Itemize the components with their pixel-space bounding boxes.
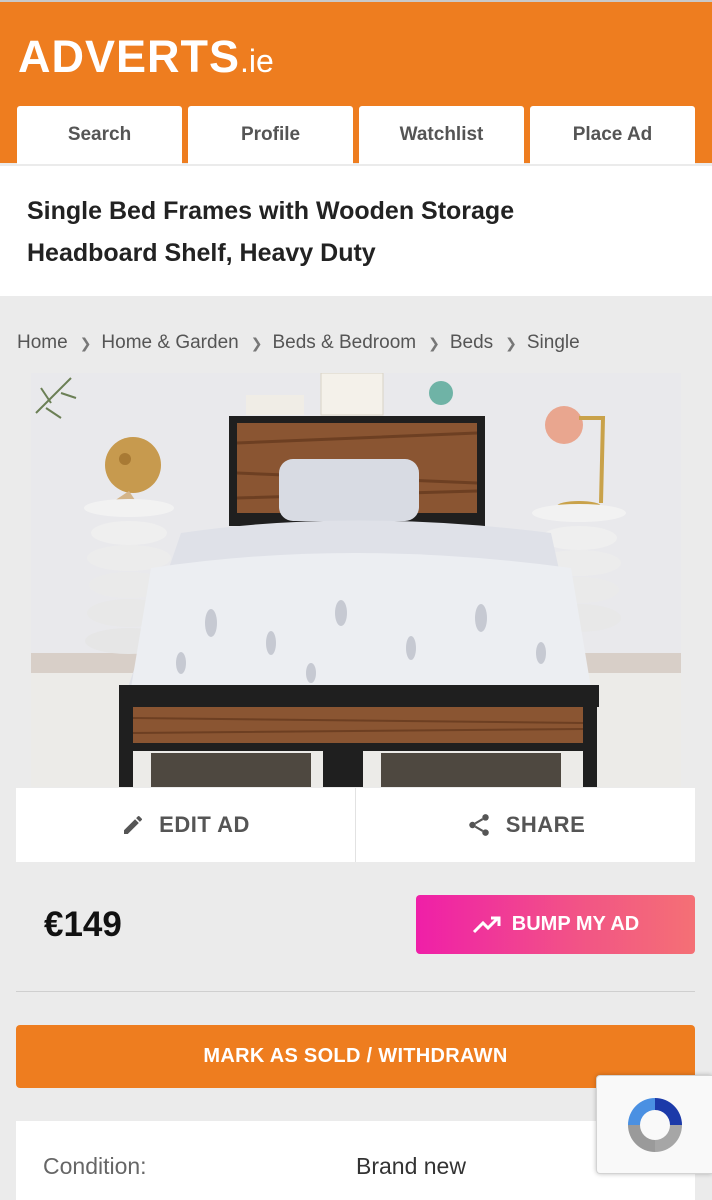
recaptcha-badge[interactable]: [596, 1075, 712, 1174]
nav-tab-profile[interactable]: Profile: [188, 106, 353, 164]
breadcrumb: Home ❯ Home & Garden ❯ Beds & Bedroom ❯ …: [17, 330, 580, 356]
bump-my-ad-button[interactable]: BUMP MY AD: [416, 895, 695, 954]
edit-ad-label: EDIT AD: [159, 812, 250, 837]
nav-tab-watchlist[interactable]: Watchlist: [359, 106, 524, 164]
condition-label: Condition:: [43, 1153, 147, 1179]
share-label: SHARE: [505, 812, 586, 837]
product-photo[interactable]: [31, 373, 681, 787]
logo-text: ADVERTS: [18, 31, 241, 82]
breadcrumb-home[interactable]: Home: [17, 332, 68, 354]
bed-illustration: [31, 373, 681, 787]
divider: [16, 991, 695, 992]
site-header: ADVERTS.ie Search Profile Watchlist Plac…: [0, 0, 712, 164]
chevron-right-icon: ❯: [79, 334, 92, 351]
condition-value: Brand new: [356, 1153, 466, 1179]
trending-up-icon: [472, 916, 501, 933]
recaptcha-icon: [627, 1097, 682, 1152]
pencil-icon: [124, 815, 143, 834]
nav-tab-place-ad[interactable]: Place Ad: [530, 106, 695, 164]
breadcrumb-home-garden[interactable]: Home & Garden: [101, 332, 238, 354]
mark-as-sold-button[interactable]: MARK AS SOLD / WITHDRAWN: [16, 1025, 695, 1088]
chevron-right-icon: ❯: [250, 334, 263, 351]
site-logo[interactable]: ADVERTS.ie: [18, 32, 274, 86]
ad-title: Single Bed Frames with Wooden Storage He…: [27, 197, 515, 267]
breadcrumb-beds-bedroom[interactable]: Beds & Bedroom: [272, 332, 416, 354]
ad-action-bar: EDIT AD SHARE: [16, 788, 695, 862]
chevron-right-icon: ❯: [505, 334, 517, 351]
ad-price: €149: [44, 905, 122, 944]
chevron-right-icon: ❯: [428, 334, 440, 351]
share-icon: [468, 814, 489, 836]
breadcrumb-beds[interactable]: Beds: [450, 332, 493, 354]
share-button[interactable]: SHARE: [355, 788, 695, 862]
breadcrumb-single[interactable]: Single: [527, 332, 580, 354]
logo-tld: .ie: [240, 43, 274, 79]
nav-tab-search[interactable]: Search: [17, 106, 182, 164]
ad-details: Condition: Brand new: [16, 1121, 695, 1200]
edit-ad-button[interactable]: EDIT AD: [16, 788, 355, 862]
bump-label: BUMP MY AD: [511, 913, 640, 935]
